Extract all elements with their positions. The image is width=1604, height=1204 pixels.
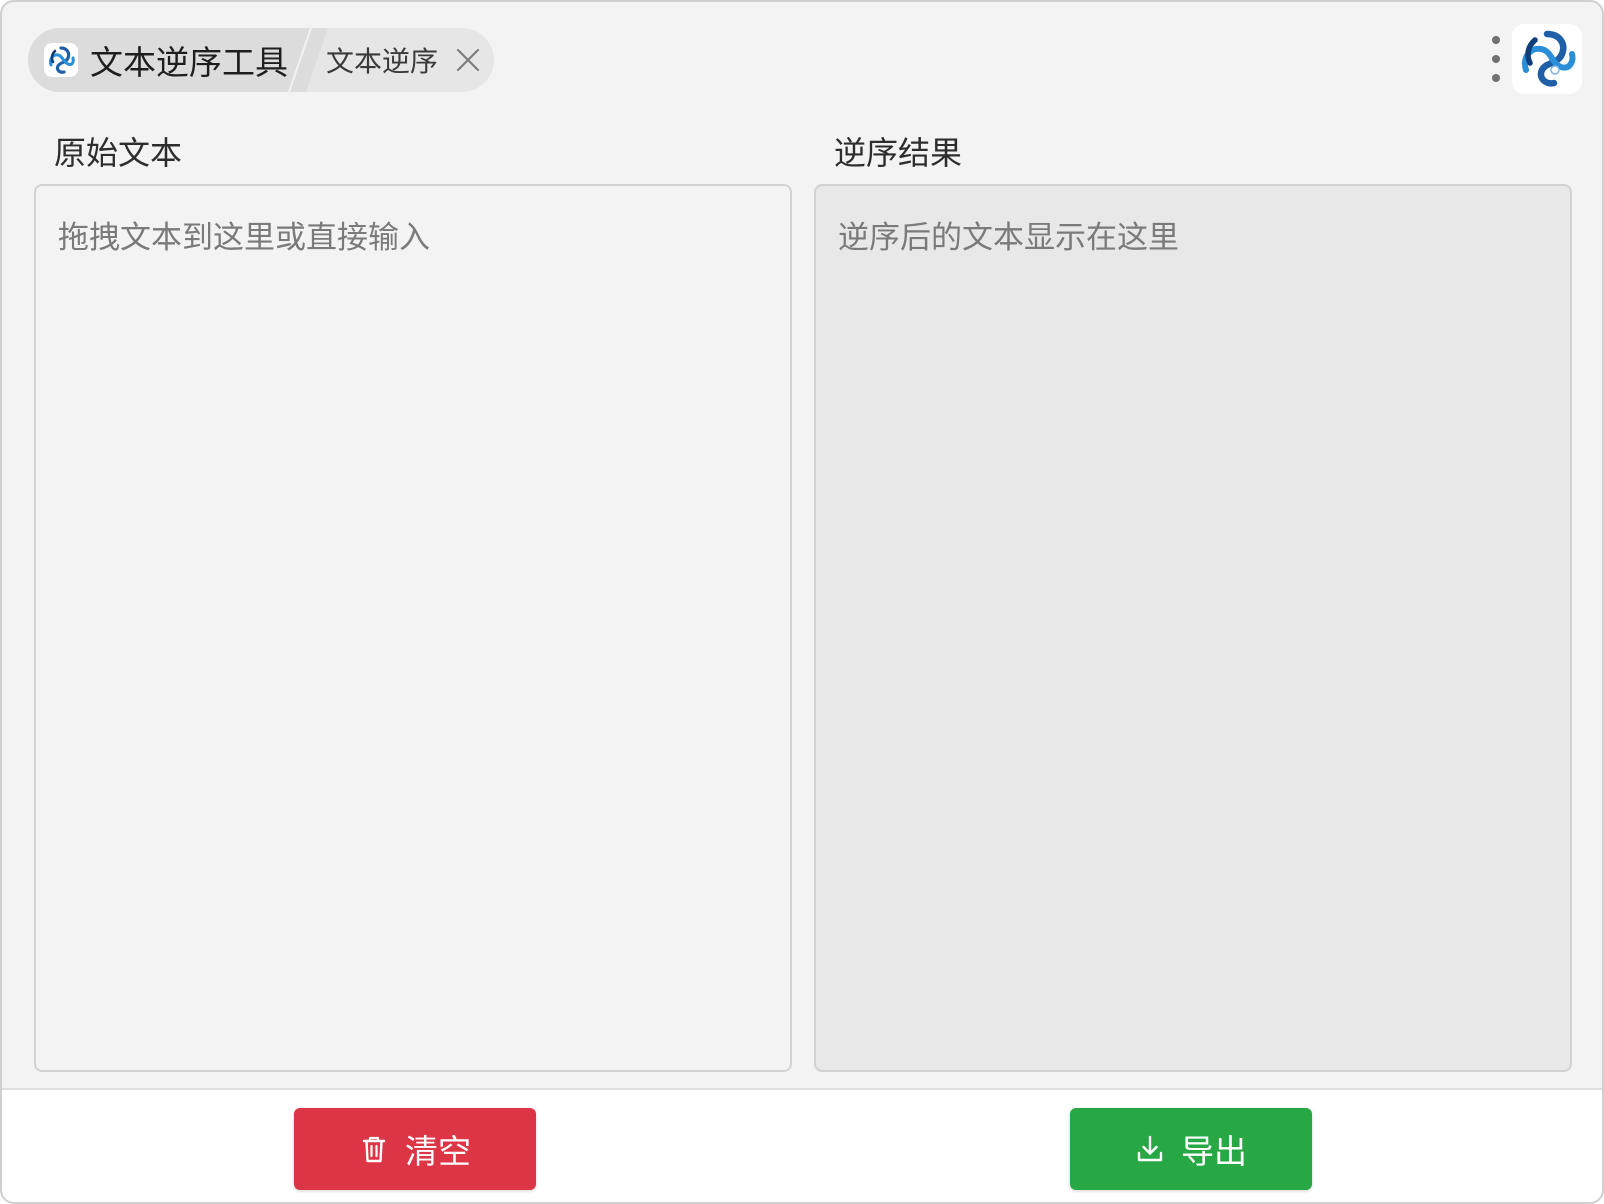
trash-icon [359,1134,389,1164]
action-bar: 清空 导出 [2,1088,1602,1202]
download-icon [1135,1134,1165,1164]
app-logo-icon [44,43,78,77]
brand-logo-icon [1512,24,1582,94]
close-icon[interactable] [454,46,482,74]
tab-label: 文本逆序 [326,45,439,78]
result-text-label: 逆序结果 [834,134,963,172]
source-text-input[interactable] [34,184,792,1072]
source-text-label: 原始文本 [54,134,183,172]
app-title: 文本逆序工具 [90,43,288,82]
tab-bar: 文本逆序工具 文本逆序 [28,28,494,92]
export-button[interactable]: 导出 [1070,1108,1312,1190]
app-tab[interactable]: 文本逆序工具 [28,28,328,92]
clear-button-label: 清空 [405,1132,471,1171]
clear-button[interactable]: 清空 [294,1108,536,1190]
export-button-label: 导出 [1181,1132,1247,1171]
result-text-output[interactable] [814,184,1572,1072]
app-window: 文本逆序工具 文本逆序 原始文本 逆序结果 [0,0,1604,1204]
tab-text-reverse[interactable]: 文本逆序 [326,28,482,92]
more-options-icon[interactable] [1486,36,1506,82]
